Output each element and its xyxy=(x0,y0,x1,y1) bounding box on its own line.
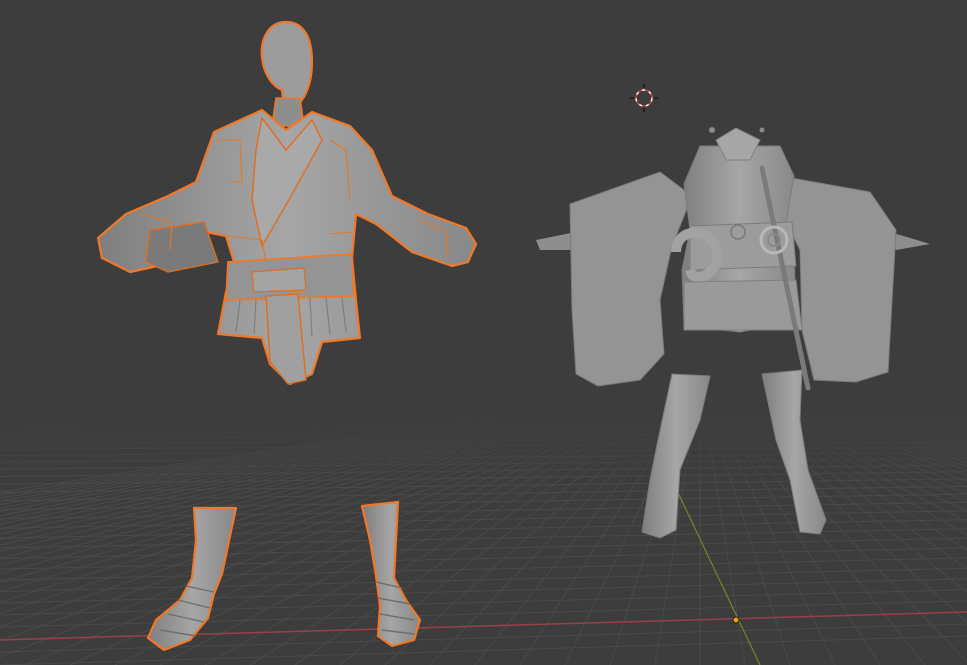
3d-cursor-icon[interactable] xyxy=(630,84,658,112)
grid-line xyxy=(0,578,967,604)
3d-viewport[interactable] xyxy=(0,0,967,665)
viewport-scene[interactable] xyxy=(0,0,967,665)
floor-grid xyxy=(0,419,967,665)
grid-line xyxy=(0,567,967,592)
x-axis-line xyxy=(0,611,967,641)
grid-line xyxy=(0,600,967,628)
kimono-top-mesh[interactable] xyxy=(96,20,478,386)
object-origin-icon xyxy=(732,616,740,624)
grid-line xyxy=(0,589,967,616)
